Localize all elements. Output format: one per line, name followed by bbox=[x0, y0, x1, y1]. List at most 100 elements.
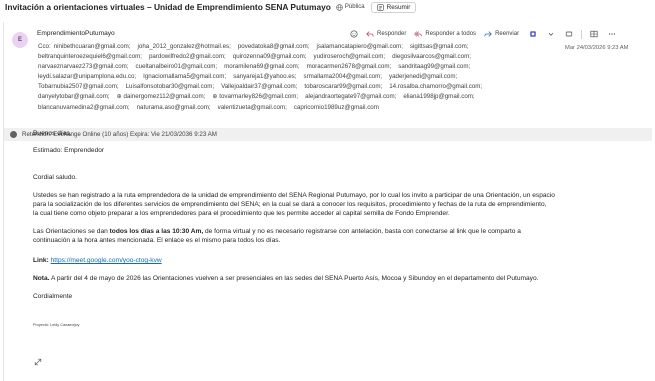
message-header: E EmprendimientoPutumayo Responder Respo… bbox=[4, 22, 652, 128]
recipient[interactable]: povedatoka8@gmail.com; bbox=[238, 43, 310, 50]
bcc-recipients: Cco: ninibethcuaran@gmail.com; joha_2012_g… bbox=[38, 42, 568, 113]
recipient[interactable]: ninibethcuaran@gmail.com; bbox=[54, 43, 131, 50]
bcc-label: Cco: bbox=[38, 43, 51, 50]
reply-all-icon bbox=[414, 31, 423, 37]
note-text: A partir del 4 de mayo de 2026 las Orien… bbox=[49, 275, 539, 282]
tag-icon bbox=[565, 31, 573, 37]
recipient[interactable]: cueltanalbeiro01@gmail.com; bbox=[136, 63, 218, 70]
note-label: Nota. bbox=[33, 275, 50, 282]
more-icon bbox=[609, 33, 616, 35]
recipient[interactable]: tobaroscarar99@gmail.com; bbox=[304, 83, 382, 90]
expand-icon[interactable] bbox=[34, 358, 42, 366]
recipient[interactable]: Vallejoaldair37@gmail.com; bbox=[221, 83, 297, 90]
recipient[interactable]: yudiroseroch@gmail.com; bbox=[313, 53, 385, 60]
email-subject: Invitación a orientaciones virtuales – U… bbox=[5, 2, 331, 12]
forward-icon bbox=[484, 31, 492, 37]
message-date: Mar 24/03/2026 9:23 AM bbox=[565, 45, 629, 51]
schedule-text: Las Orientaciones se dan bbox=[33, 228, 110, 235]
paragraph-line: Ustedes se han registrado a la ruta empr… bbox=[33, 192, 555, 199]
signature: Proyectó: Leidy Canamejoy bbox=[33, 323, 80, 327]
paragraph-line: para la socialización de los diferentes … bbox=[33, 201, 547, 208]
smiley-icon bbox=[350, 30, 358, 38]
recipient[interactable]: pardowilfredo2@gmail.com; bbox=[149, 53, 226, 60]
recipient[interactable]: moracarmen2678@gmail.com; bbox=[307, 63, 392, 70]
greeting: Buenos días, bbox=[33, 130, 72, 137]
retention-banner: Retención: Exchange Online (10 años) Exp… bbox=[4, 128, 652, 141]
recipient[interactable]: joha_2012_gonzalez@hotmail.es; bbox=[138, 43, 231, 50]
more-actions-button[interactable] bbox=[606, 28, 618, 40]
reply-label: Responder bbox=[377, 31, 407, 37]
recipient[interactable]: Ignaciomallama5@gmail.com; bbox=[143, 73, 226, 80]
bcc-line: beltranquinteroezequiel6@gmail.com; pardo… bbox=[38, 52, 568, 62]
forward-label: Reenviar bbox=[495, 31, 520, 37]
recipient[interactable]: leydi.salazar@unipamplona.edu.co; bbox=[38, 73, 136, 80]
bcc-line: narvaeznarvaez273@gmail.com; cueltanalbei… bbox=[38, 62, 568, 72]
recipient[interactable]: danyelytobar@gmail.com; bbox=[38, 93, 110, 100]
sender-name[interactable]: EmprendimientoPutumayo bbox=[37, 30, 115, 37]
salute: Cordial saludo. bbox=[33, 174, 77, 181]
immersive-reader-button[interactable] bbox=[588, 28, 600, 40]
recipient[interactable]: Tobarnubia2507@gmail.com; bbox=[38, 83, 119, 90]
message-actions: Responder Responder a todos Reenviar bbox=[348, 28, 624, 40]
closing: Cordialmente bbox=[33, 293, 73, 300]
chevron-down-icon bbox=[548, 32, 554, 36]
globe-icon bbox=[336, 3, 343, 11]
subject-bar: Invitación a orientaciones virtuales – U… bbox=[0, 0, 655, 14]
message-options-button[interactable] bbox=[545, 28, 557, 40]
summarize-button[interactable]: Resumir bbox=[370, 1, 417, 13]
recipient[interactable]: naturama.aso@gmail.com; bbox=[137, 104, 211, 111]
bcc-line: blancanuvamedina2@gmail.com; naturama.aso… bbox=[38, 103, 568, 113]
apps-icon bbox=[530, 31, 536, 37]
bcc-line: Cco: ninibethcuaran@gmail.com; joha_2012_g… bbox=[38, 42, 568, 52]
public-badge: Pública bbox=[336, 3, 365, 11]
emoji-reaction-button[interactable] bbox=[348, 28, 360, 40]
reply-all-label: Responder a todos bbox=[425, 31, 477, 37]
public-badge-label: Pública bbox=[344, 4, 365, 10]
paragraph-intro: Ustedes se han registrado a la ruta empr… bbox=[33, 191, 633, 218]
meet-link[interactable]: https://meet.google.com/yoo-ctog-kvw bbox=[51, 257, 162, 264]
reply-button[interactable]: Responder bbox=[366, 30, 406, 38]
recipient[interactable]: yaderjenedi@gmail.com; bbox=[389, 73, 457, 80]
bcc-line: leydi.salazar@unipamplona.edu.co; Ignacio… bbox=[38, 72, 568, 82]
recipient[interactable]: sanyareja1@yahoo.es; bbox=[233, 73, 296, 80]
schedule-line-2: continuación a la hora antes mencionada.… bbox=[33, 237, 281, 244]
recipient[interactable]: srmallama2004@gmail.com; bbox=[304, 73, 383, 80]
apps-button[interactable] bbox=[527, 28, 539, 40]
recipient[interactable]: valentizueta@gmail.com; bbox=[218, 104, 287, 111]
recipient[interactable]: jsalamancatapiero@gmail.com; bbox=[317, 43, 403, 50]
paragraph-line: la cual tiene como objeto preparar a los… bbox=[33, 210, 450, 217]
paragraph-schedule: Las Orientaciones se dan todos los días … bbox=[33, 227, 633, 245]
grid-view-icon bbox=[590, 30, 598, 38]
recipient[interactable]: moramilena69@gmail.com; bbox=[224, 63, 299, 70]
recipient[interactable]: blancanuvamedina2@gmail.com; bbox=[38, 104, 130, 111]
link-paragraph: Link: https://meet.google.com/yoo-ctog-k… bbox=[33, 256, 162, 265]
bcc-line: danyelytobar@gmail.com; ⊕ dainergomez112@… bbox=[38, 92, 568, 102]
recipient[interactable]: alejandraortegate97@gmail.com; bbox=[305, 93, 396, 100]
recipient[interactable]: beltranquinteroezequiel6@gmail.com; bbox=[38, 53, 142, 60]
recipient[interactable]: diegosilvaarcos@gmail.com; bbox=[392, 53, 471, 60]
recipient[interactable]: ⊕ tovarmarley826@gmail.com; bbox=[212, 93, 298, 100]
recipient[interactable]: narvaeznarvaez273@gmail.com; bbox=[38, 63, 129, 70]
bcc-line: Tobarnubia2507@gmail.com; Luisalfonsotoba… bbox=[38, 82, 568, 92]
summarize-button-label: Resumir bbox=[386, 3, 411, 11]
recipient[interactable]: sigittsas@gmail.com; bbox=[410, 43, 469, 50]
schedule-text-rest: de forma virtual y no es necesario regis… bbox=[203, 228, 521, 235]
recipient[interactable]: sandritaag99@gmail.com; bbox=[398, 63, 470, 70]
recipient[interactable]: quirozenna09@gmail.com; bbox=[233, 53, 307, 60]
reply-icon bbox=[366, 31, 374, 37]
forward-button[interactable]: Reenviar bbox=[484, 30, 519, 38]
toolbar-divider bbox=[581, 29, 583, 39]
categorize-button[interactable] bbox=[563, 28, 575, 40]
reply-all-button[interactable]: Responder a todos bbox=[414, 30, 476, 38]
summarize-icon bbox=[376, 3, 384, 11]
recipient[interactable]: ⊕ dainergomez112@gmail.com; bbox=[117, 93, 206, 100]
recipient[interactable]: capricornio1989uz@gmail.com bbox=[294, 104, 379, 111]
link-label: Link: bbox=[33, 257, 49, 264]
addressee: Estimado: Emprendedor bbox=[33, 147, 105, 154]
recipient[interactable]: Luisalfonsotobar30@gmail.com; bbox=[126, 83, 214, 90]
schedule-time: todos los días a las 10:30 Am, bbox=[109, 228, 204, 235]
avatar[interactable]: E bbox=[12, 32, 28, 48]
recipient[interactable]: 14.rosalba.chamorro@gmail.com; bbox=[389, 83, 482, 90]
recipient[interactable]: eliana1998jp@gmail.com; bbox=[403, 93, 474, 100]
note-paragraph: Nota. A partir del 4 de mayo de 2026 las… bbox=[33, 274, 538, 283]
